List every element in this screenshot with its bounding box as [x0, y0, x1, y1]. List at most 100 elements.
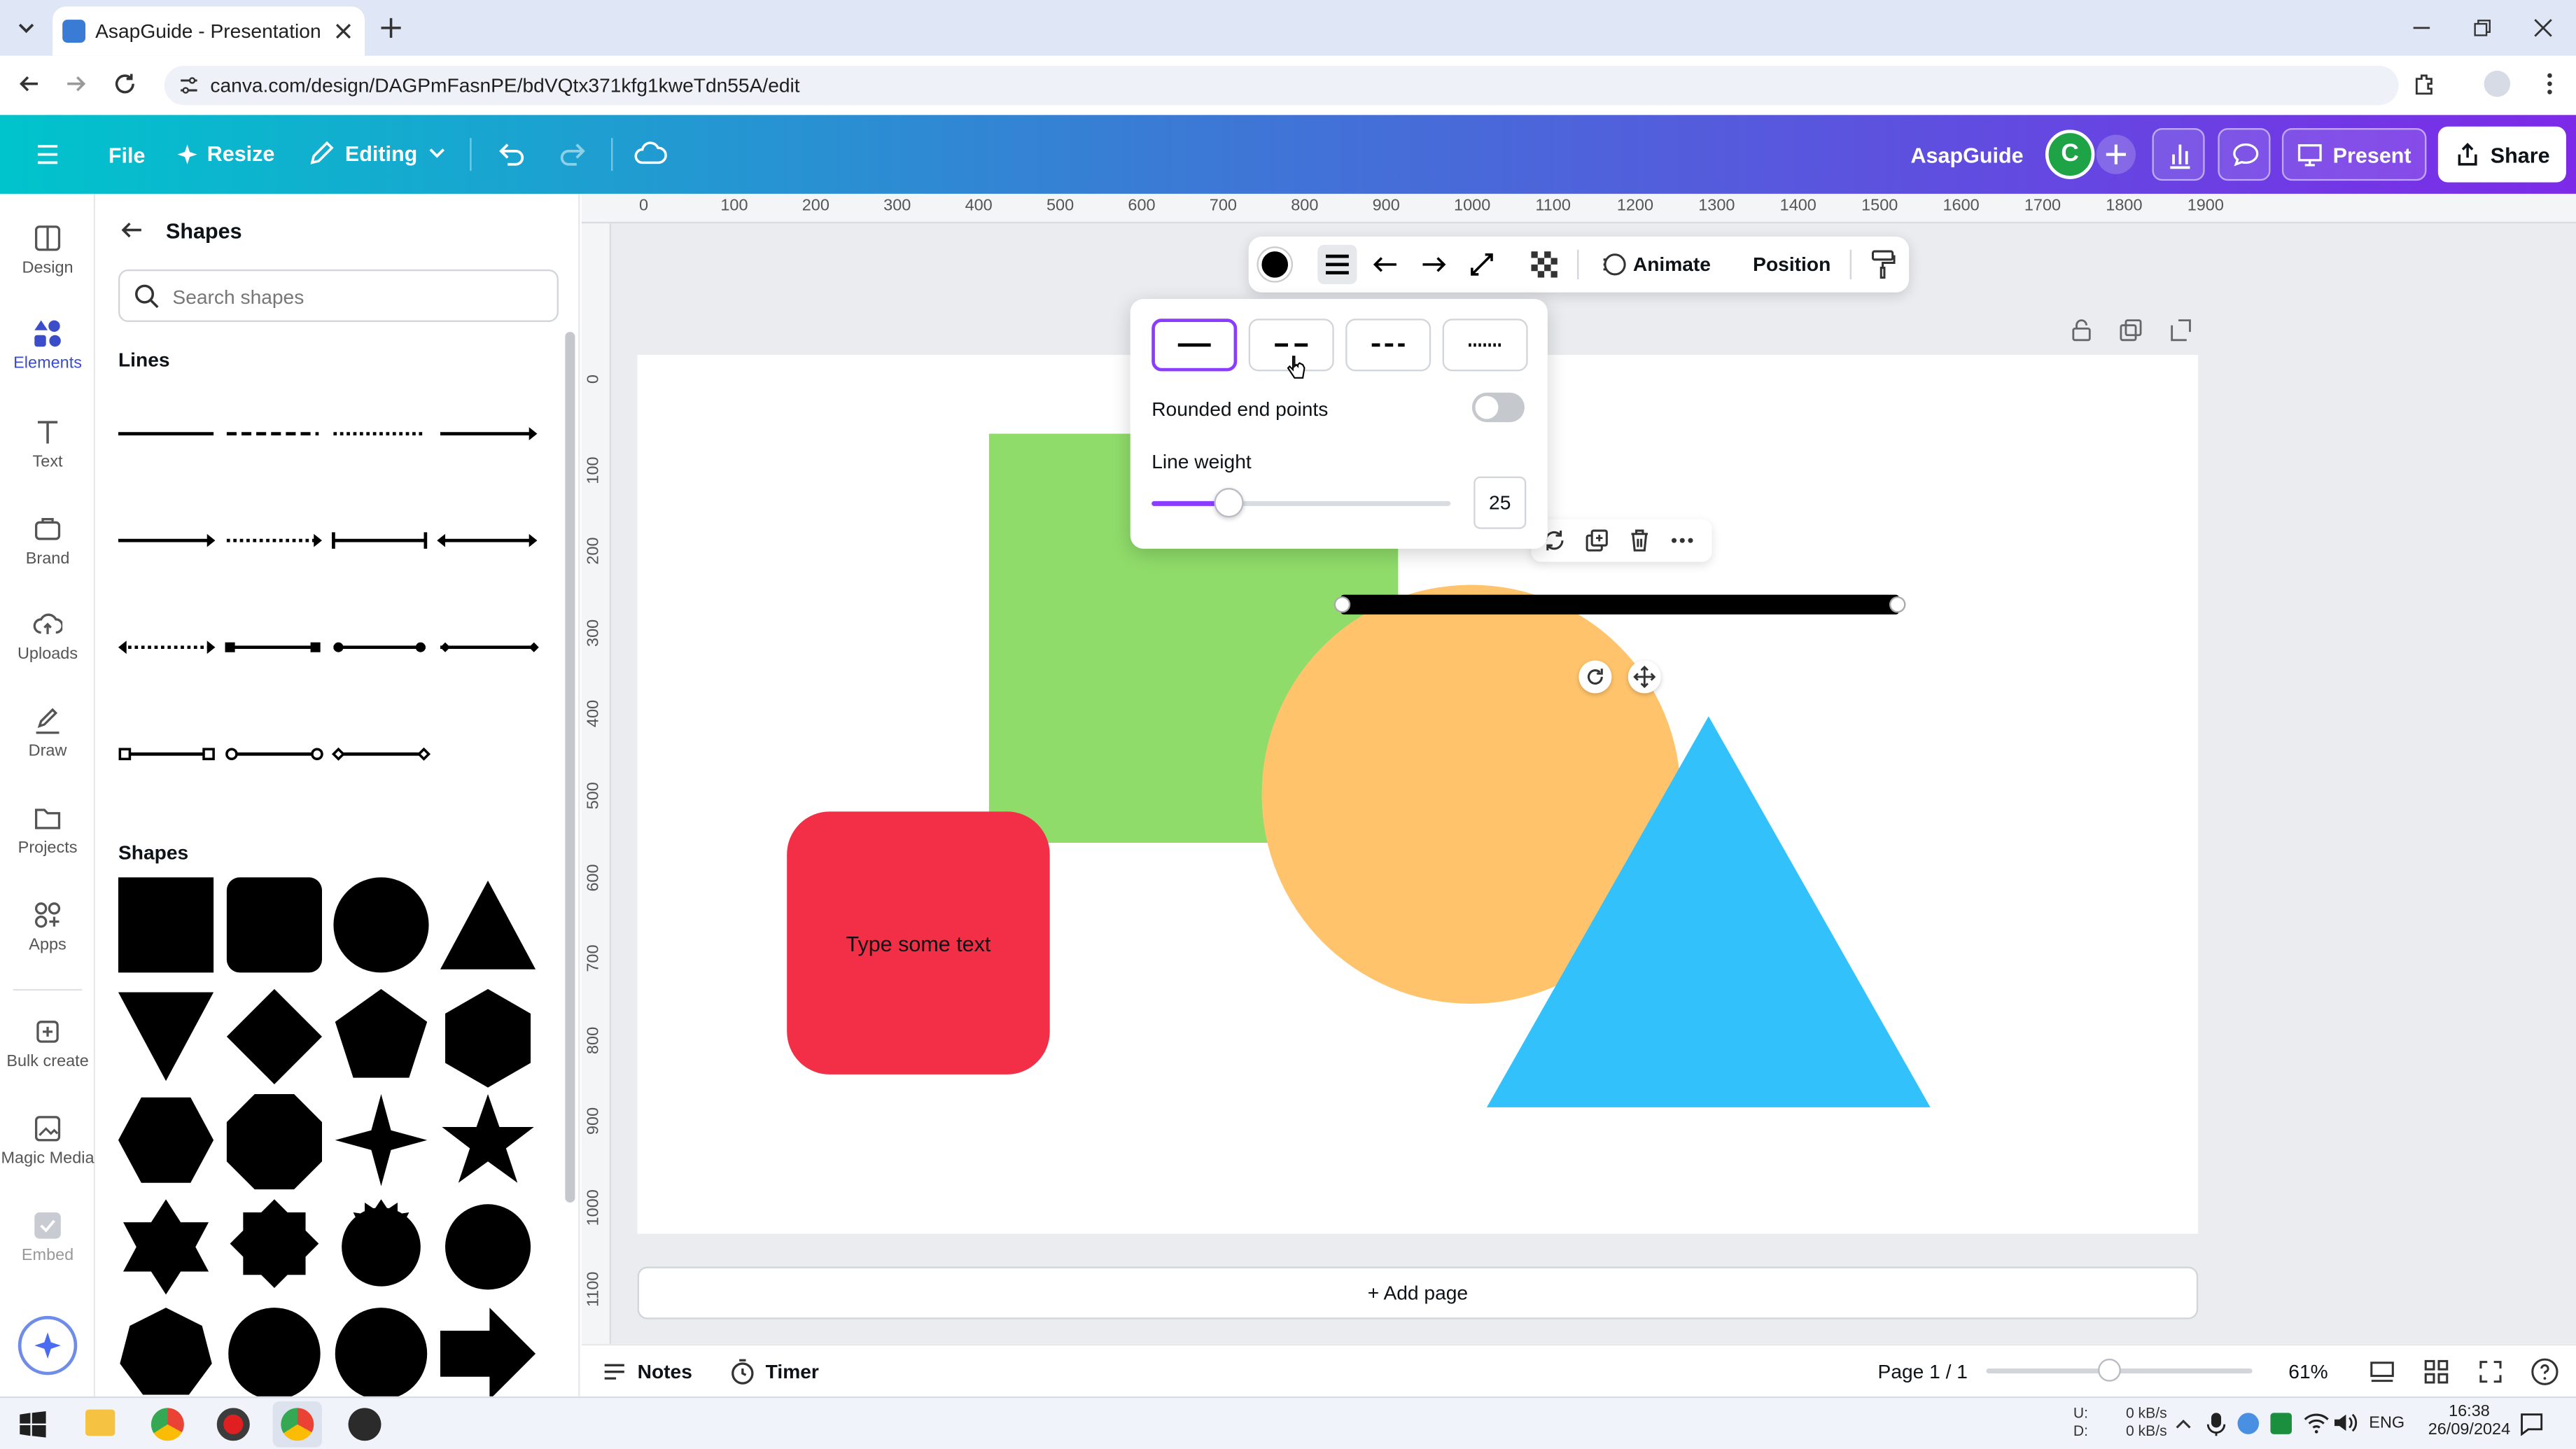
magic-assistant-button[interactable]: [18, 1315, 78, 1376]
line-style-solid-option[interactable]: [1152, 318, 1238, 372]
shape-octagon[interactable]: [226, 1094, 323, 1190]
grid-view-icon[interactable]: [2423, 1359, 2450, 1385]
rail-item-bulk-create[interactable]: Bulk create: [0, 1017, 95, 1071]
line-end-handle[interactable]: [1889, 596, 1906, 613]
browser-tab-active[interactable]: AsapGuide - Presentation: [52, 6, 365, 56]
line-weight-input[interactable]: 25: [1474, 476, 1527, 529]
shape-circle[interactable]: [333, 877, 429, 973]
more-options-icon[interactable]: [1669, 527, 1695, 554]
undo-icon[interactable]: [496, 139, 526, 169]
line-circle-ends[interactable]: [333, 642, 426, 652]
add-collaborator-button[interactable]: [2096, 134, 2136, 174]
duplicate-page-icon[interactable]: [2120, 318, 2143, 342]
volume-icon[interactable]: [2333, 1411, 2360, 1434]
rail-item-magic-media[interactable]: Magic Media: [0, 1114, 95, 1168]
page-view-icon[interactable]: [2369, 1359, 2395, 1385]
line-style-button[interactable]: [1317, 244, 1357, 285]
line-dotted-arrow[interactable]: [226, 533, 323, 547]
shape-rounded-square[interactable]: [226, 877, 323, 973]
rail-item-embed[interactable]: Embed: [0, 1211, 95, 1265]
shape-hexagon[interactable]: [445, 988, 531, 1088]
lock-page-icon[interactable]: [2070, 318, 2093, 342]
address-bar[interactable]: canva.com/design/DAGPmFasnPE/bdVQtx371kf…: [164, 65, 2399, 106]
comments-button[interactable]: [2218, 128, 2271, 181]
blue-triangle-shape[interactable]: [1483, 713, 1933, 1111]
minimize-icon[interactable]: [2409, 15, 2435, 41]
reload-icon[interactable]: [112, 71, 139, 97]
shape-eight-point-star[interactable]: [230, 1199, 319, 1289]
shape-five-point-star[interactable]: [442, 1094, 534, 1183]
notification-icon[interactable]: [2520, 1413, 2543, 1436]
rail-item-uploads[interactable]: Uploads: [0, 610, 95, 664]
rail-item-apps[interactable]: Apps: [0, 900, 95, 955]
shape-seal-round[interactable]: [335, 1308, 428, 1396]
share-button[interactable]: Share: [2437, 126, 2566, 183]
line-style-dotted-option[interactable]: [1442, 318, 1528, 372]
resize-button[interactable]: Resize: [177, 141, 274, 166]
redo-icon[interactable]: [559, 139, 588, 169]
shape-pentagon[interactable]: [335, 988, 428, 1078]
forward-arrow-icon[interactable]: [62, 71, 89, 97]
back-arrow-icon[interactable]: [118, 217, 145, 244]
new-tab-icon[interactable]: [378, 15, 405, 41]
line-arrow-thin[interactable]: [118, 533, 216, 547]
rail-item-brand[interactable]: Brand: [0, 514, 95, 568]
obs-app-icon[interactable]: [348, 1408, 382, 1441]
line-dotted-double-arrow[interactable]: [118, 640, 216, 654]
back-arrow-icon[interactable]: [16, 71, 43, 97]
tab-close-icon[interactable]: [332, 20, 355, 43]
line-square-ends[interactable]: [225, 642, 321, 652]
rail-item-elements[interactable]: Elements: [0, 318, 95, 373]
notes-button[interactable]: Notes: [601, 1359, 692, 1385]
hamburger-menu-icon[interactable]: [34, 141, 61, 168]
line-start-handle[interactable]: [1334, 596, 1351, 613]
shape-six-point-star[interactable]: [123, 1199, 209, 1295]
line-weight-slider-thumb[interactable]: [1214, 488, 1245, 518]
line-end-arrow-icon[interactable]: [1420, 251, 1449, 278]
line-type-elbow-icon[interactable]: [1469, 251, 1495, 278]
microphone-icon[interactable]: [2206, 1411, 2226, 1438]
browser-menu-icon[interactable]: [2537, 71, 2563, 97]
help-icon[interactable]: [2530, 1357, 2559, 1387]
line-style-dash-option[interactable]: [1345, 318, 1432, 372]
file-explorer-icon[interactable]: [85, 1409, 115, 1436]
transparency-checker-icon[interactable]: [1531, 251, 1558, 278]
close-window-icon[interactable]: [2530, 15, 2556, 41]
extensions-icon[interactable]: [2412, 71, 2438, 97]
profile-avatar-icon[interactable]: [2484, 70, 2511, 97]
zoom-slider-track[interactable]: [1986, 1358, 2253, 1382]
line-color-swatch[interactable]: [1258, 248, 1292, 281]
site-info-icon[interactable]: [177, 74, 200, 97]
shape-seal[interactable]: [228, 1308, 321, 1396]
copy-style-paint-roller-icon[interactable]: [1870, 250, 1896, 279]
clock[interactable]: 16:38 26/09/2024: [2425, 1403, 2514, 1439]
file-menu-button[interactable]: File: [108, 143, 146, 167]
line-hollow-diamond-ends[interactable]: [331, 747, 431, 761]
delete-trash-icon[interactable]: [1626, 527, 1653, 554]
language-indicator[interactable]: ENG: [2369, 1415, 2404, 1433]
zoom-slider-thumb[interactable]: [2096, 1358, 2120, 1382]
wifi-icon[interactable]: [2303, 1411, 2330, 1434]
recorder-app-icon[interactable]: [216, 1408, 250, 1441]
line-start-arrow-icon[interactable]: [1370, 251, 1399, 278]
animate-button[interactable]: Animate: [1633, 253, 1711, 276]
add-page-icon[interactable]: [2169, 318, 2192, 342]
shape-inverted-triangle[interactable]: [118, 992, 214, 1082]
rail-item-draw[interactable]: Draw: [0, 706, 95, 761]
editing-mode-dropdown[interactable]: Editing: [309, 139, 447, 166]
tray-chevron-up-icon[interactable]: [2174, 1415, 2193, 1434]
restore-icon[interactable]: [2469, 15, 2496, 41]
insights-button[interactable]: [2152, 128, 2205, 181]
search-shapes-input[interactable]: Search shapes: [118, 269, 559, 323]
position-button[interactable]: Position: [1753, 253, 1830, 276]
line-diamond-ends[interactable]: [440, 642, 539, 652]
line-hollow-circle-ends[interactable]: [225, 748, 323, 761]
selected-line-element[interactable]: [1340, 594, 1900, 615]
tray-app-icon[interactable]: [2270, 1413, 2292, 1434]
shape-square[interactable]: [118, 877, 214, 973]
panel-scrollbar[interactable]: [565, 332, 575, 1203]
timer-button[interactable]: Timer: [729, 1359, 819, 1385]
line-double-arrow[interactable]: [437, 533, 538, 547]
add-page-button[interactable]: + Add page: [637, 1266, 2199, 1320]
rotate-handle[interactable]: [1578, 660, 1612, 694]
